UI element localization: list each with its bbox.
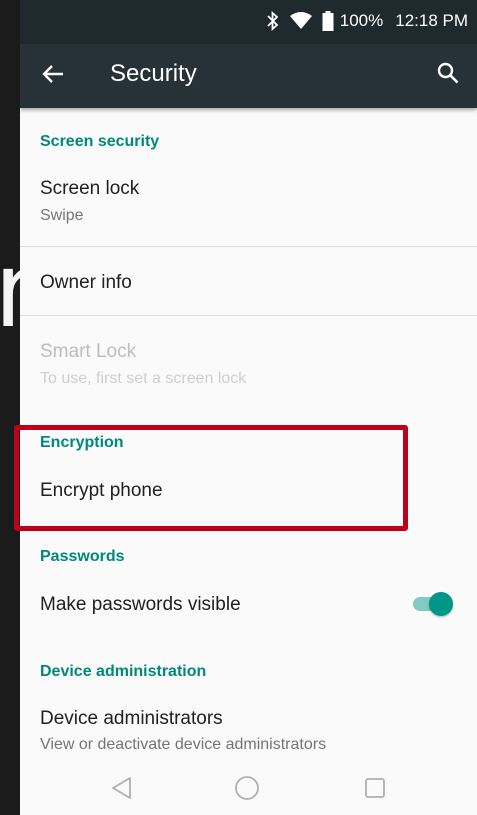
battery-icon — [322, 11, 334, 31]
device-administrators-title: Device administrators — [40, 708, 223, 729]
search-button[interactable] — [433, 60, 463, 90]
make-passwords-visible-title: Make passwords visible — [40, 594, 241, 615]
section-header-device-administration: Device administration — [40, 663, 207, 680]
divider — [20, 315, 477, 316]
back-button[interactable] — [38, 61, 68, 91]
phone-screen: 100% 12:18 PM Security Screen security S… — [20, 0, 477, 815]
screen-lock-title: Screen lock — [40, 178, 140, 199]
toggle-thumb — [429, 592, 453, 616]
make-passwords-visible-toggle[interactable] — [411, 592, 453, 616]
section-header-passwords: Passwords — [40, 548, 125, 565]
nav-home-button[interactable] — [232, 775, 262, 806]
smart-lock-title: Smart Lock — [40, 341, 137, 362]
section-header-encryption: Encryption — [40, 434, 124, 451]
status-clock: 12:18 PM — [395, 11, 468, 30]
section-header-screen-security: Screen security — [40, 133, 160, 150]
screen-frame: n — [0, 0, 477, 815]
navigation-bar — [20, 765, 477, 815]
recents-square-icon — [364, 777, 386, 804]
settings-list: Screen security Screen lock Swipe Owner … — [20, 108, 477, 765]
smart-lock-subtitle: To use, first set a screen lock — [40, 370, 247, 387]
status-icons: 100% 12:18 PM — [266, 11, 468, 31]
nav-recents-button[interactable] — [360, 777, 390, 803]
divider — [20, 246, 477, 247]
bluetooth-icon — [266, 11, 280, 31]
battery-percent: 100% — [339, 11, 384, 30]
wifi-icon — [289, 12, 312, 30]
page-title: Security — [110, 60, 197, 87]
search-icon — [437, 62, 459, 89]
encrypt-phone-title: Encrypt phone — [40, 480, 163, 501]
home-circle-icon — [234, 775, 260, 806]
status-bar: 100% 12:18 PM — [20, 0, 477, 44]
device-administrators-subtitle: View or deactivate device administrators — [40, 736, 327, 753]
owner-info-title: Owner info — [40, 272, 132, 293]
app-toolbar: Security — [20, 44, 477, 108]
arrow-back-icon — [42, 64, 64, 89]
back-triangle-icon — [110, 776, 132, 805]
screen-lock-subtitle: Swipe — [40, 207, 84, 224]
nav-back-button[interactable] — [106, 776, 136, 805]
